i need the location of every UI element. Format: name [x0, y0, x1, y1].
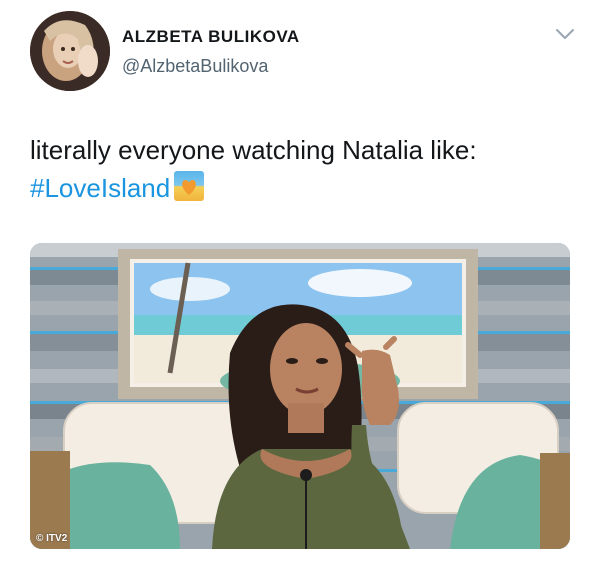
- avatar[interactable]: [30, 11, 110, 91]
- watermark: © ITV2: [36, 533, 67, 544]
- chevron-down-icon[interactable]: [554, 26, 576, 42]
- copyright-icon: ©: [36, 533, 44, 544]
- author-handle[interactable]: @AlzbetaBulikova: [122, 56, 268, 77]
- media-image[interactable]: © ITV2: [30, 243, 570, 549]
- tweet-card: ALZBETA BULIKOVA @AlzbetaBulikova litera…: [0, 0, 600, 588]
- avatar-photo: [30, 11, 110, 91]
- tweet-text: literally everyone watching Natalia like…: [30, 131, 575, 207]
- author-display-name[interactable]: ALZBETA BULIKOVA: [122, 27, 300, 47]
- beach-heart-emoji-icon: [174, 171, 205, 201]
- tweet-text-line: literally everyone watching Natalia like…: [30, 135, 477, 165]
- villa-scene-image: [30, 243, 570, 549]
- tweet-hashtag-line: #LoveIsland: [30, 169, 575, 207]
- hashtag-link[interactable]: #LoveIsland: [30, 173, 170, 203]
- watermark-text: ITV2: [46, 533, 68, 544]
